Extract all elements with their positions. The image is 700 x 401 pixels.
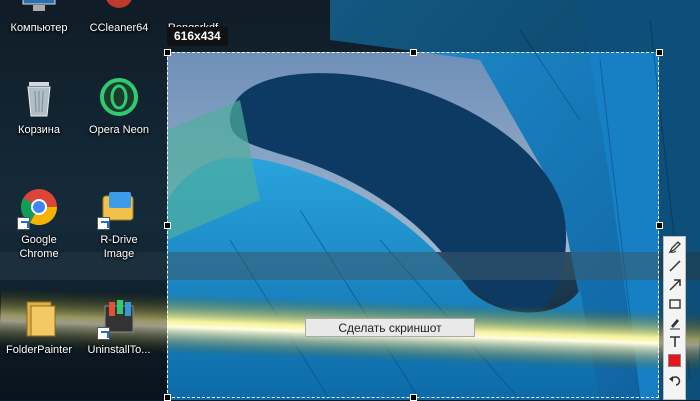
resize-handle-top-left[interactable] — [164, 49, 171, 56]
desktop-icon-folder-painter[interactable]: FolderPainter — [0, 296, 78, 357]
desktop-icon-uninstall-tool[interactable]: UninstallTo... — [80, 296, 158, 357]
desktop-icon-label: R-Drive Image — [100, 234, 138, 260]
resize-handle-top[interactable] — [410, 49, 417, 56]
undo-icon[interactable] — [664, 370, 685, 389]
arrow-icon[interactable] — [664, 275, 685, 294]
marker-icon[interactable] — [664, 313, 685, 332]
app-icon — [171, 0, 215, 18]
shortcut-arrow-icon — [97, 327, 110, 340]
uninstall-tool-icon — [97, 296, 141, 340]
desktop-icon-ccleaner[interactable]: CCleaner64 — [80, 0, 158, 35]
desktop-icon-recycle-bin[interactable]: Корзина — [0, 76, 78, 137]
ccleaner-icon — [97, 0, 141, 18]
shortcut-arrow-icon — [97, 217, 110, 230]
desktop-icon-label: Opera Neon — [89, 124, 149, 136]
desktop-icon-r-drive-image[interactable]: R-Drive Image — [80, 186, 158, 261]
desktop-icon-label: Компьютер — [10, 22, 68, 34]
selection-size-badge: 616x434 — [167, 27, 228, 46]
resize-handle-left[interactable] — [164, 222, 171, 229]
opera-neon-icon — [97, 76, 141, 120]
resize-handle-top-right[interactable] — [656, 49, 663, 56]
shortcut-arrow-icon — [17, 217, 30, 230]
desktop-icon-label: Корзина — [18, 124, 60, 136]
desktop-icon-label: CCleaner64 — [89, 22, 149, 34]
screenshot-selection-area[interactable] — [167, 52, 659, 398]
annotation-toolbar — [663, 236, 686, 400]
desktop-icon-label: Google Chrome — [19, 234, 59, 260]
color-swatch-icon[interactable] — [664, 351, 685, 370]
folder-painter-icon — [17, 296, 61, 340]
desktop-icon-label: FolderPainter — [5, 344, 73, 356]
computer-icon — [17, 0, 61, 18]
chrome-icon — [17, 186, 61, 230]
resize-handle-right[interactable] — [656, 222, 663, 229]
desktop-icon-google-chrome[interactable]: Google Chrome — [0, 186, 78, 261]
desktop-icon-opera-neon[interactable]: Opera Neon — [80, 76, 158, 137]
line-icon[interactable] — [664, 256, 685, 275]
take-screenshot-button[interactable]: Сделать скриншот — [305, 318, 475, 337]
color-swatch — [668, 354, 681, 367]
r-drive-icon — [97, 186, 141, 230]
desktop-icon-label: UninstallTo... — [87, 344, 151, 356]
rectangle-icon[interactable] — [664, 294, 685, 313]
desktop-icon-computer[interactable]: Компьютер — [0, 0, 78, 35]
pen-icon[interactable] — [664, 237, 685, 256]
recycle-bin-icon — [17, 76, 61, 120]
text-icon[interactable] — [664, 332, 685, 351]
